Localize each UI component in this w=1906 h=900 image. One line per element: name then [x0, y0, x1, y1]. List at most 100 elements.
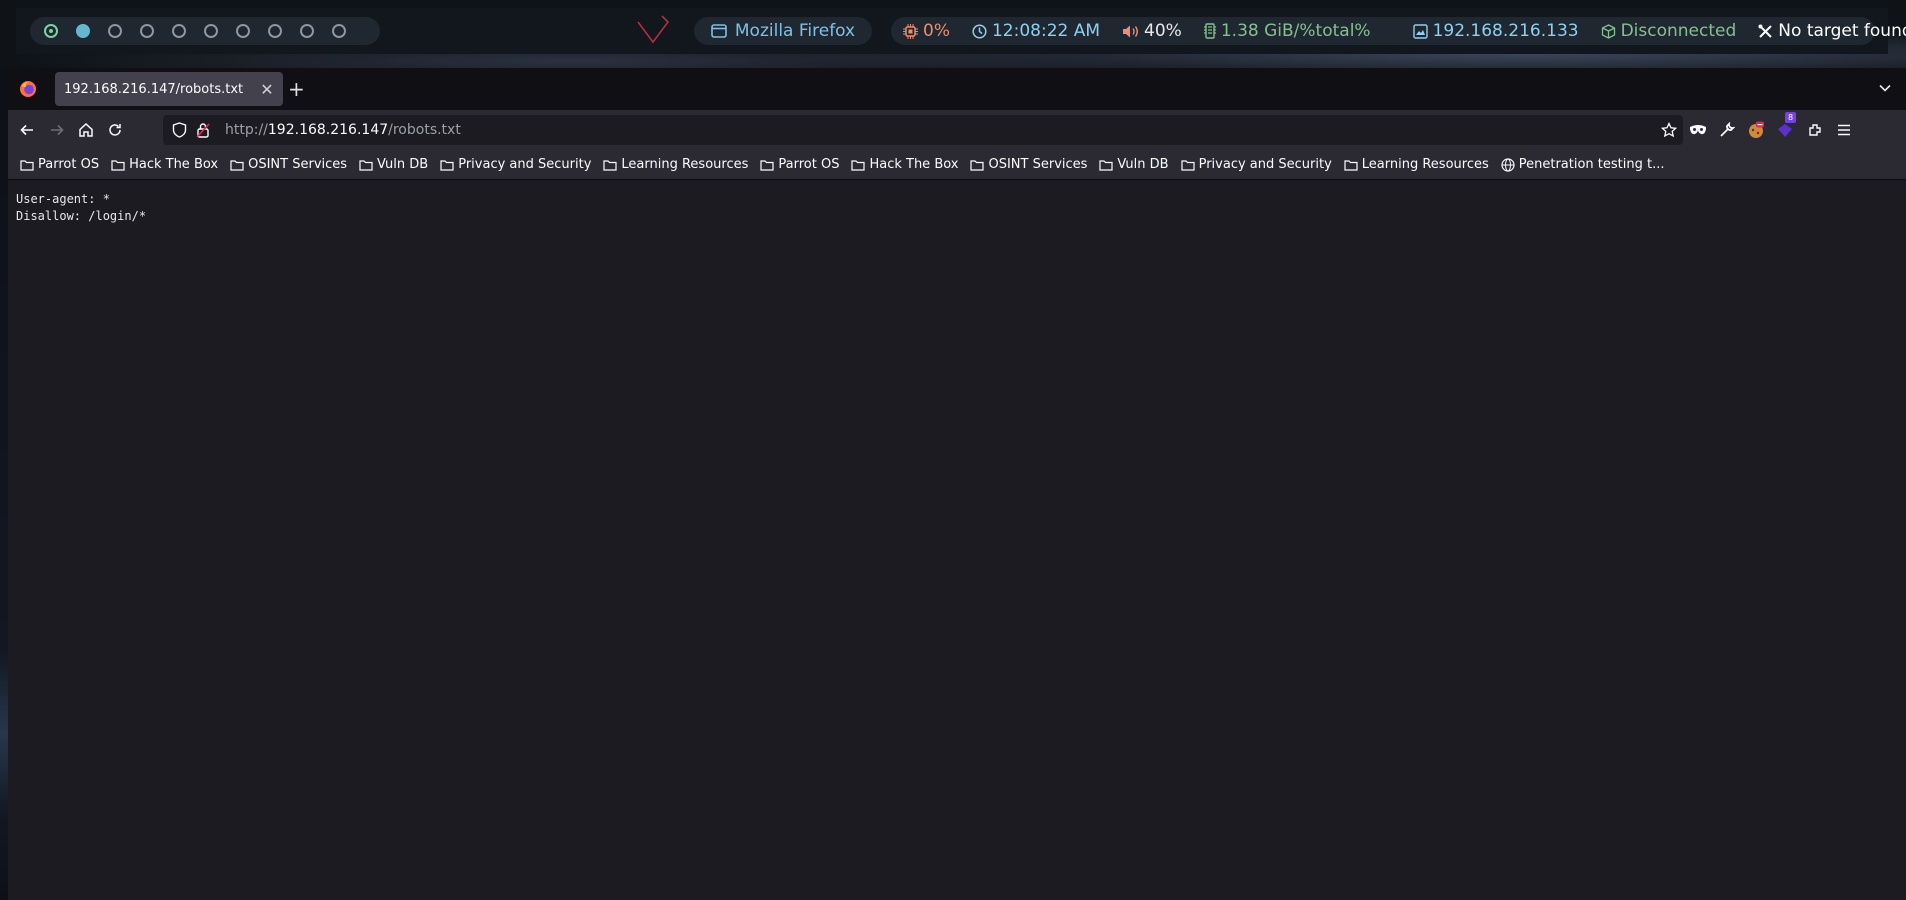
tab-strip: 192.168.216.147/robots.txt ✕ +	[8, 68, 1906, 110]
forward-button[interactable]	[47, 120, 67, 140]
desktop-wallpaper-edge	[0, 68, 8, 900]
workspace-8[interactable]	[268, 24, 282, 38]
target-module: No target found!	[1758, 21, 1906, 41]
private-browsing-button[interactable]	[1688, 120, 1708, 140]
forward-arrow-icon	[51, 124, 64, 136]
crossed-tools-icon	[1758, 24, 1773, 38]
bookmarks-toolbar: Parrot OS Hack The Box OSINT Services Vu…	[8, 150, 1906, 180]
window-title-module: Mozilla Firefox	[694, 17, 872, 45]
clock-value: 12:08:22 AM	[991, 21, 1101, 41]
bookmark-label: OSINT Services	[988, 157, 1088, 172]
bookmark-folder[interactable]: OSINT Services	[970, 157, 1087, 172]
bookmark-folder[interactable]: Learning Resources	[1344, 157, 1489, 172]
cookie-extension-button[interactable]	[1746, 120, 1766, 140]
folder-icon	[111, 159, 125, 171]
folder-icon	[1344, 159, 1358, 171]
folder-icon	[603, 159, 618, 171]
bookmark-label: Learning Resources	[621, 157, 749, 172]
bookmark-folder[interactable]: Vuln DB	[1099, 157, 1169, 172]
ip-value: 192.168.216.133	[1432, 21, 1579, 41]
status-modules: 0% 12:08:22 AM 40% 1.38 GiB/%total% 192.…	[891, 17, 1906, 45]
url-text[interactable]: http://192.168.216.147/robots.txt	[225, 122, 461, 138]
bookmark-label: Penetration testing t...	[1518, 157, 1665, 172]
network-icon	[1412, 23, 1428, 39]
window-icon	[711, 24, 727, 38]
folder-icon	[851, 159, 866, 171]
bookmark-label: Hack The Box	[129, 157, 219, 172]
dev-tools-button[interactable]	[1717, 120, 1737, 140]
url-host: 192.168.216.147	[267, 122, 389, 138]
bookmark-folder[interactable]: OSINT Services	[230, 157, 347, 172]
bookmark-label: Hack The Box	[869, 157, 959, 172]
folder-icon	[760, 159, 774, 171]
reload-icon	[109, 124, 121, 136]
bookmark-folder[interactable]: Privacy and Security	[1180, 157, 1332, 172]
window-title-text: Mozilla Firefox	[734, 21, 856, 41]
system-top-bar: Mozilla Firefox 0% 12:08:22 AM 40% 1.38 …	[0, 0, 1906, 68]
workspace-5[interactable]	[172, 24, 186, 38]
page-content: User-agent: * Disallow: /login/*	[8, 180, 1906, 900]
app-menu-button[interactable]	[1834, 120, 1854, 140]
workspace-switcher	[30, 17, 380, 45]
bookmark-label: Vuln DB	[377, 157, 429, 172]
folder-icon	[359, 159, 373, 171]
url-bar[interactable]: http://192.168.216.147/robots.txt	[163, 115, 1683, 145]
workspace-3[interactable]	[108, 24, 122, 38]
bookmark-folder[interactable]: Hack The Box	[851, 157, 958, 172]
workspace-9[interactable]	[300, 24, 314, 38]
workspace-2[interactable]	[76, 24, 90, 38]
mask-icon	[1690, 125, 1706, 135]
cube-icon	[1601, 23, 1615, 39]
folder-icon	[1180, 159, 1195, 171]
extension-badge: 8	[1785, 112, 1797, 123]
volume-module[interactable]: 40%	[1122, 21, 1182, 41]
workspace-10[interactable]	[332, 24, 346, 38]
folder-icon	[1099, 159, 1114, 171]
clock-icon	[972, 23, 987, 39]
back-arrow-icon	[20, 124, 33, 136]
bookmark-folder[interactable]: Privacy and Security	[440, 157, 591, 172]
puzzle-extension-icon	[1778, 124, 1792, 137]
bookmark-folder[interactable]: Parrot OS	[760, 157, 839, 172]
workspace-1[interactable]	[44, 24, 58, 38]
firefox-logo-icon[interactable]	[19, 80, 37, 98]
tab-robots-txt[interactable]: 192.168.216.147/robots.txt ✕	[55, 72, 283, 106]
workspace-6[interactable]	[204, 24, 218, 38]
chevron-down-icon[interactable]	[1878, 81, 1892, 95]
bookmark-star-icon[interactable]	[1661, 122, 1677, 138]
robots-line: Disallow: /login/*	[16, 209, 147, 223]
folder-icon	[970, 159, 985, 171]
bookmark-label: Learning Resources	[1361, 157, 1489, 172]
bookmark-link[interactable]: Penetration testing t...	[1501, 157, 1665, 172]
extensions-button[interactable]	[1805, 120, 1825, 140]
home-button[interactable]	[76, 120, 96, 140]
close-tab-icon[interactable]: ✕	[259, 80, 275, 99]
folder-icon	[230, 159, 244, 171]
extension-badge-button[interactable]: 8	[1775, 112, 1797, 140]
new-tab-button[interactable]: +	[288, 79, 305, 99]
robots-line: User-agent: *	[16, 192, 110, 206]
workspace-7[interactable]	[236, 24, 250, 38]
bookmark-folder[interactable]: Learning Resources	[603, 157, 748, 172]
vpn-module: Disconnected	[1601, 21, 1737, 41]
robots-txt-text: User-agent: * Disallow: /login/*	[16, 191, 146, 225]
clock-module: 12:08:22 AM	[972, 21, 1100, 41]
insecure-lock-icon[interactable]	[196, 122, 210, 138]
vpn-status: Disconnected	[1620, 21, 1737, 41]
bookmark-folder[interactable]: Hack The Box	[111, 157, 218, 172]
volume-value: 40%	[1144, 21, 1182, 41]
cpu-icon	[903, 23, 918, 39]
bookmark-label: Vuln DB	[1117, 157, 1169, 172]
hamburger-menu-icon	[1838, 124, 1850, 136]
bookmark-folder[interactable]: Parrot OS	[20, 157, 99, 172]
extensions-icon	[1809, 124, 1821, 136]
bookmark-folder[interactable]: Vuln DB	[359, 157, 428, 172]
cpu-module: 0%	[903, 21, 950, 41]
workspace-4[interactable]	[140, 24, 154, 38]
tab-title: 192.168.216.147/robots.txt	[64, 81, 244, 97]
shield-icon[interactable]	[172, 122, 187, 138]
memory-module: 1.38 GiB/%total%	[1203, 21, 1371, 41]
reload-button[interactable]	[105, 120, 125, 140]
back-button[interactable]	[17, 120, 37, 140]
url-path: /robots.txt	[388, 122, 461, 138]
